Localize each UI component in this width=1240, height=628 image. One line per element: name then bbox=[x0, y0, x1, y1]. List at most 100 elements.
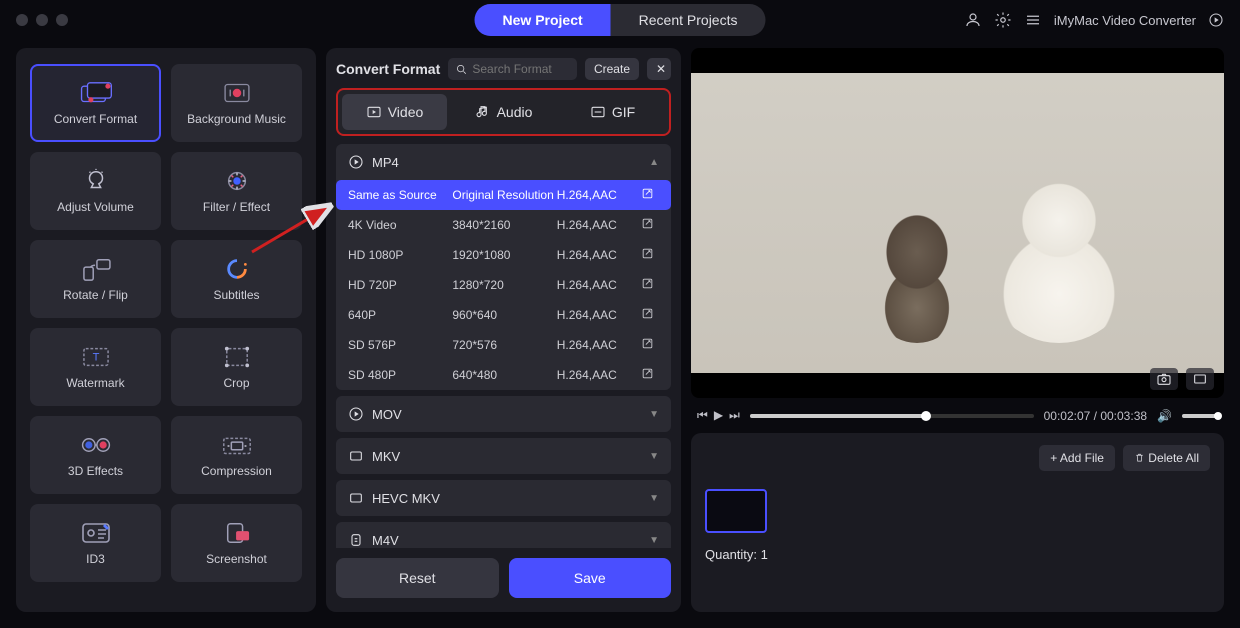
video-icon bbox=[366, 104, 382, 120]
search-icon bbox=[456, 63, 467, 76]
edit-preset-icon[interactable] bbox=[637, 277, 659, 293]
format-preset-row[interactable]: HD 720P1280*720H.264,AAC bbox=[336, 270, 671, 300]
menu-icon[interactable] bbox=[1024, 11, 1042, 29]
tool-crop[interactable]: Crop bbox=[171, 328, 302, 406]
tool-watermark[interactable]: T Watermark bbox=[30, 328, 161, 406]
preset-codec: H.264,AAC bbox=[557, 368, 637, 382]
format-group-header[interactable]: MP4 ▲ bbox=[336, 144, 671, 180]
next-button[interactable]: ⏭ bbox=[729, 408, 740, 423]
tab-recent-projects[interactable]: Recent Projects bbox=[611, 4, 766, 36]
prev-button[interactable]: ⏮ bbox=[697, 408, 708, 423]
tool-label: Background Music bbox=[187, 112, 286, 126]
gif-icon bbox=[590, 104, 606, 120]
volume-slider[interactable] bbox=[1182, 414, 1218, 418]
format-icon bbox=[348, 532, 364, 548]
reset-button[interactable]: Reset bbox=[336, 558, 499, 598]
create-button[interactable]: Create bbox=[585, 58, 639, 80]
format-icon bbox=[348, 406, 364, 422]
preset-label: HD 720P bbox=[348, 278, 452, 292]
format-group-mov: MOV▼ bbox=[336, 396, 671, 432]
tool-background-music[interactable]: Background Music bbox=[171, 64, 302, 142]
add-file-button[interactable]: + Add File bbox=[1039, 445, 1115, 471]
compression-icon bbox=[220, 432, 254, 458]
preset-resolution: 720*576 bbox=[452, 338, 556, 352]
format-preset-row[interactable]: 4K Video3840*2160H.264,AAC bbox=[336, 210, 671, 240]
svg-text:T: T bbox=[92, 352, 99, 364]
format-preset-row[interactable]: SD 576P720*576H.264,AAC bbox=[336, 330, 671, 360]
format-group-hevc-mkv: HEVC MKV▼ bbox=[336, 480, 671, 516]
format-group-header[interactable]: M4V▼ bbox=[336, 522, 671, 548]
format-group-m4v: M4V▼ bbox=[336, 522, 671, 548]
edit-preset-icon[interactable] bbox=[637, 217, 659, 233]
format-icon bbox=[348, 154, 364, 170]
format-preset-row[interactable]: SD 480P640*480H.264,AAC bbox=[336, 360, 671, 390]
chevron-down-icon: ▼ bbox=[649, 451, 659, 462]
tool-label: Watermark bbox=[66, 376, 124, 390]
preset-label: HD 1080P bbox=[348, 248, 452, 262]
crop-icon bbox=[220, 344, 254, 370]
preset-resolution: 1920*1080 bbox=[452, 248, 556, 262]
tool-adjust-volume[interactable]: Adjust Volume bbox=[30, 152, 161, 230]
edit-preset-icon[interactable] bbox=[637, 247, 659, 263]
format-group-mp4: MP4 ▲ Same as SourceOriginal ResolutionH… bbox=[336, 144, 671, 390]
tab-video[interactable]: Video bbox=[342, 94, 447, 130]
tab-gif[interactable]: GIF bbox=[560, 94, 665, 130]
tool-subtitles[interactable]: Subtitles bbox=[171, 240, 302, 318]
account-icon[interactable] bbox=[964, 11, 982, 29]
format-group-header[interactable]: HEVC MKV▼ bbox=[336, 480, 671, 516]
tab-new-project[interactable]: New Project bbox=[475, 4, 611, 36]
app-name: iMyMac Video Converter bbox=[1054, 13, 1196, 28]
close-button[interactable]: ✕ bbox=[647, 58, 671, 80]
queue-thumbnail[interactable] bbox=[705, 489, 767, 533]
format-preset-row[interactable]: HD 1080P1920*1080H.264,AAC bbox=[336, 240, 671, 270]
delete-all-button[interactable]: Delete All bbox=[1123, 445, 1210, 471]
settings-icon[interactable] bbox=[994, 11, 1012, 29]
preset-label: SD 576P bbox=[348, 338, 452, 352]
panel-title: Convert Format bbox=[336, 61, 440, 77]
chevron-down-icon: ▼ bbox=[649, 409, 659, 420]
format-search-input[interactable] bbox=[472, 62, 569, 76]
edit-preset-icon[interactable] bbox=[637, 307, 659, 323]
preset-codec: H.264,AAC bbox=[557, 278, 637, 292]
edit-preset-icon[interactable] bbox=[637, 187, 659, 203]
preset-resolution: 3840*2160 bbox=[452, 218, 556, 232]
save-button[interactable]: Save bbox=[509, 558, 672, 598]
format-search[interactable] bbox=[448, 58, 577, 80]
preset-resolution: 1280*720 bbox=[452, 278, 556, 292]
format-group-header[interactable]: MOV▼ bbox=[336, 396, 671, 432]
tool-label: Crop bbox=[223, 376, 249, 390]
format-preset-row[interactable]: Same as SourceOriginal ResolutionH.264,A… bbox=[336, 180, 671, 210]
preset-resolution: Original Resolution bbox=[452, 188, 556, 202]
tool-compression[interactable]: Compression bbox=[171, 416, 302, 494]
snapshot-button[interactable] bbox=[1150, 368, 1178, 390]
play-button[interactable]: ▶ bbox=[714, 408, 723, 423]
tool-label: Subtitles bbox=[213, 288, 259, 302]
tool-filter-effect[interactable]: Filter / Effect bbox=[171, 152, 302, 230]
tool-3d-effects[interactable]: 3D Effects bbox=[30, 416, 161, 494]
fullscreen-button[interactable] bbox=[1186, 368, 1214, 390]
tab-audio[interactable]: Audio bbox=[451, 94, 556, 130]
video-preview[interactable] bbox=[691, 48, 1224, 398]
edit-preset-icon[interactable] bbox=[637, 337, 659, 353]
seek-slider[interactable] bbox=[750, 414, 1034, 418]
format-group-header[interactable]: MKV▼ bbox=[336, 438, 671, 474]
tool-rotate-flip[interactable]: Rotate / Flip bbox=[30, 240, 161, 318]
preset-label: Same as Source bbox=[348, 188, 452, 202]
volume-icon[interactable]: 🔊 bbox=[1157, 409, 1172, 423]
tool-grid: Convert Format Background Music Adjust V… bbox=[16, 48, 316, 612]
tool-label: Adjust Volume bbox=[57, 200, 134, 214]
playback-bar: ⏮ ▶ ⏭ 00:02:07 / 00:03:38 🔊 bbox=[691, 408, 1224, 423]
filter-icon bbox=[220, 168, 254, 194]
time-display: 00:02:07 / 00:03:38 bbox=[1044, 409, 1147, 423]
chevron-down-icon: ▼ bbox=[649, 493, 659, 504]
subtitles-icon bbox=[220, 256, 254, 282]
quantity-label: Quantity: 1 bbox=[705, 547, 1210, 562]
tool-convert-format[interactable]: Convert Format bbox=[30, 64, 161, 142]
window-controls[interactable] bbox=[16, 14, 68, 26]
tool-id3[interactable]: ID3 bbox=[30, 504, 161, 582]
edit-preset-icon[interactable] bbox=[637, 367, 659, 383]
format-preset-row[interactable]: 640P960*640H.264,AAC bbox=[336, 300, 671, 330]
tool-screenshot[interactable]: Screenshot bbox=[171, 504, 302, 582]
trash-icon bbox=[1134, 452, 1145, 463]
volume-icon bbox=[79, 168, 113, 194]
